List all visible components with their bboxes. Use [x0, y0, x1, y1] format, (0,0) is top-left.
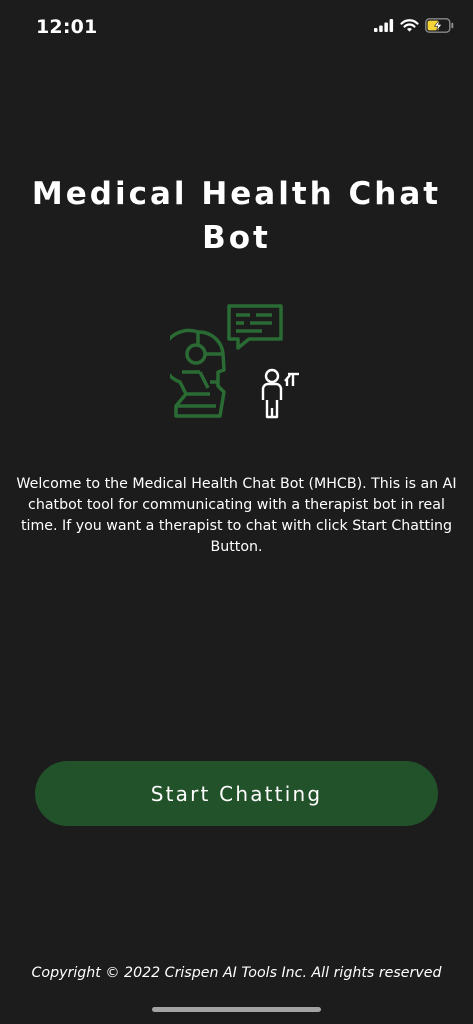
status-bar: 12:01 [0, 0, 473, 58]
battery-charging-icon [425, 18, 454, 33]
welcome-text: Welcome to the Medical Health Chat Bot (… [16, 476, 457, 556]
speech-bubble-icon [227, 304, 283, 350]
page-title: Medical Health Chat Bot [31, 176, 442, 256]
robot-therapist-chat-illustration [170, 304, 299, 419]
robot-icon [170, 328, 226, 418]
signal-icon [374, 19, 394, 32]
home-indicator[interactable] [152, 1007, 321, 1012]
status-time: 12:01 [36, 16, 98, 38]
person-icon [261, 368, 299, 419]
start-chatting-button[interactable]: Start Chatting [35, 761, 438, 826]
copyright-text: Copyright © 2022 Crispen AI Tools Inc. A… [31, 965, 442, 981]
start-chatting-button-label: Start Chatting [150, 781, 323, 806]
status-icons [374, 18, 455, 33]
wifi-icon [400, 18, 419, 32]
